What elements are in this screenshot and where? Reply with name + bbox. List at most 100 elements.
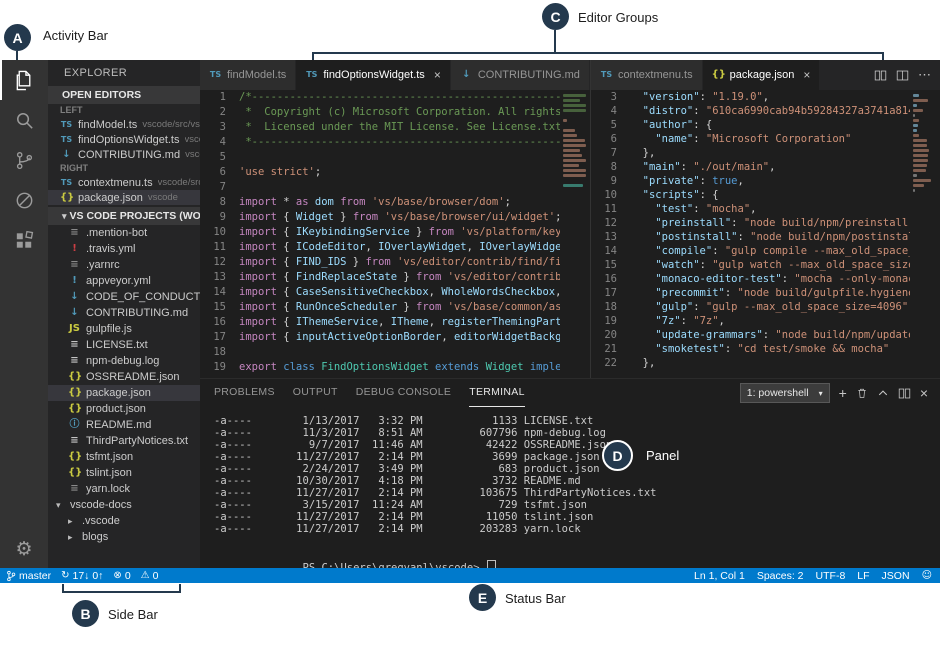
file-tree-item[interactable]: ≡LICENSE.txt <box>48 337 200 353</box>
editor-tab[interactable]: TScontextmenu.ts <box>591 60 703 90</box>
token: "node build/npm/preinstall.js" <box>744 217 934 229</box>
panel-tab-debug-console[interactable]: DEBUG CONSOLE <box>356 379 452 407</box>
token: "./out/main" <box>693 161 769 173</box>
file-tree-item[interactable]: {}product.json <box>48 401 200 417</box>
folder-item[interactable]: ▸blogs <box>48 529 200 545</box>
code-text: export class FindOptionsWidget extends W… <box>239 360 590 375</box>
folder-item[interactable]: ▸.vscode <box>48 513 200 529</box>
tab-label: findOptionsWidget.ts <box>323 69 425 81</box>
file-tree-item[interactable]: ≡.mention-bot <box>48 225 200 241</box>
token: , <box>429 316 442 328</box>
token: "cd test/smoke && mocha" <box>738 343 890 355</box>
file-name: OSSREADME.json <box>86 371 180 383</box>
open-editor-item[interactable]: TSfindModel.tsvscode/src/vs/... <box>48 117 200 132</box>
terminal[interactable]: -a---- 1/13/2017 3:32 PM 1133 LICENSE.tx… <box>200 407 940 568</box>
search-icon[interactable] <box>0 100 48 140</box>
file-tree-item[interactable]: ≡yarn.lock <box>48 481 200 497</box>
split-icon[interactable] <box>874 69 887 82</box>
file-tree-item[interactable]: ↓CONTRIBUTING.md <box>48 305 200 321</box>
status-item[interactable]: ⊗0 <box>113 570 130 582</box>
editor-right[interactable]: 3 "version": "1.19.0",4 "distro": "610ca… <box>591 90 940 378</box>
code-line: 9import { Widget } from 'vs/base/browser… <box>200 210 590 225</box>
more-icon[interactable]: ⋯ <box>918 67 931 83</box>
open-editor-item[interactable]: ↓CONTRIBUTING.mdvscode <box>48 147 200 162</box>
file-tree-item[interactable]: ≡.yarnrc <box>48 257 200 273</box>
file-tree-item[interactable]: ≡npm-debug.log <box>48 353 200 369</box>
file-tree-item[interactable]: ↓CODE_OF_CONDUCT.md <box>48 289 200 305</box>
file-type-icon: {} <box>68 468 81 478</box>
status-item[interactable]: LF <box>857 570 869 582</box>
file-tree-item[interactable]: !.travis.yml <box>48 241 200 257</box>
plus-icon[interactable]: + <box>839 385 847 401</box>
token: "gulp --max_old_space_size=4096" <box>706 301 908 313</box>
minimap-right[interactable] <box>910 90 940 378</box>
debug-icon[interactable] <box>0 180 48 220</box>
trash-icon[interactable] <box>856 387 868 399</box>
chevron-up-icon[interactable] <box>877 387 889 399</box>
close-icon[interactable]: × <box>920 385 928 401</box>
code-text: "monaco-editor-test": "mocha --only-mona… <box>630 272 940 286</box>
panel-action-icons: +× <box>839 385 928 401</box>
status-item[interactable]: Ln 1, Col 1 <box>694 570 745 582</box>
code-line: 19export class FindOptionsWidget extends… <box>200 360 590 375</box>
explorer-icon[interactable] <box>0 60 48 100</box>
file-tree-item[interactable]: {}package.json <box>48 385 200 401</box>
status-item[interactable]: ☺ <box>922 570 932 581</box>
file-tree-item[interactable]: {}tsfmt.json <box>48 449 200 465</box>
token <box>630 329 655 341</box>
layout-icon[interactable] <box>896 69 909 82</box>
open-editor-item[interactable]: {}package.jsonvscode <box>48 190 200 205</box>
token: Widget <box>296 211 334 223</box>
editor-tab[interactable]: {}package.json× <box>703 60 821 90</box>
extensions-icon[interactable] <box>0 220 48 260</box>
token: : { <box>693 119 712 131</box>
settings-gear-icon[interactable]: ⚙ <box>0 538 48 560</box>
file-type-icon: TS <box>60 136 73 144</box>
file-tree-item[interactable]: {}tslint.json <box>48 465 200 481</box>
token: : <box>700 259 713 271</box>
editor-tab[interactable]: ↓CONTRIBUTING.md <box>451 60 590 90</box>
status-item[interactable]: Spaces: 2 <box>757 570 804 582</box>
status-item[interactable]: UTF-8 <box>816 570 846 582</box>
terminal-selector[interactable]: 1: powershell ▾ <box>740 383 830 403</box>
file-tree-item[interactable]: ≡ThirdPartyNotices.txt <box>48 433 200 449</box>
editor-left[interactable]: 1/*-------------------------------------… <box>200 90 590 378</box>
token <box>630 245 655 257</box>
editor-tab[interactable]: TSfindOptionsWidget.ts× <box>296 60 451 90</box>
minimap-line <box>563 159 586 162</box>
line-number: 14 <box>200 285 226 300</box>
chevron-down-icon: ▾ <box>819 389 823 398</box>
close-icon[interactable]: × <box>434 68 441 82</box>
file-tree-item[interactable]: !appveyor.yml <box>48 273 200 289</box>
folder-item[interactable]: ▾vscode-docs <box>48 497 200 513</box>
status-item[interactable]: JSON <box>882 570 910 582</box>
token: , <box>769 161 775 173</box>
panel-tab-output[interactable]: OUTPUT <box>293 379 338 407</box>
token <box>630 231 655 243</box>
open-editor-item[interactable]: TSfindOptionsWidget.tsvsco... <box>48 132 200 147</box>
editor-tab[interactable]: TSfindModel.ts <box>200 60 296 90</box>
file-tree-item[interactable]: {}OSSREADME.json <box>48 369 200 385</box>
status-text: 0 <box>125 570 131 582</box>
status-item[interactable]: master <box>6 570 51 582</box>
tabbar-right: TScontextmenu.ts{}package.json× ⋯ <box>591 60 940 90</box>
code-text: import { ICodeEditor, IOverlayWidget, IO… <box>239 240 590 255</box>
panel-tab-terminal[interactable]: TERMINAL <box>469 379 525 407</box>
panel-tab-problems[interactable]: PROBLEMS <box>214 379 275 407</box>
minimap-left[interactable] <box>560 90 590 378</box>
source-control-icon[interactable] <box>0 140 48 180</box>
open-editor-item[interactable]: TScontextmenu.tsvscode/src... <box>48 175 200 190</box>
split-icon[interactable] <box>898 387 911 400</box>
minimap-line <box>913 129 917 132</box>
status-item[interactable]: ↻17↓ 0↑ <box>61 570 103 582</box>
token <box>630 161 643 173</box>
code-text: "gulp": "gulp --max_old_space_size=4096"… <box>630 300 915 314</box>
close-icon[interactable]: × <box>803 68 810 82</box>
token: : <box>693 301 706 313</box>
file-tree-item[interactable]: ⓘREADME.md <box>48 417 200 433</box>
status-item[interactable]: ⚠0 <box>141 570 159 582</box>
file-tree-item[interactable]: JSgulpfile.js <box>48 321 200 337</box>
workspace-header[interactable]: ▾ VS CODE PROJECTS (WORKSPACE) <box>48 207 200 225</box>
code-text: }, <box>630 146 655 160</box>
open-editors-header[interactable]: OPEN EDITORS <box>48 86 200 104</box>
